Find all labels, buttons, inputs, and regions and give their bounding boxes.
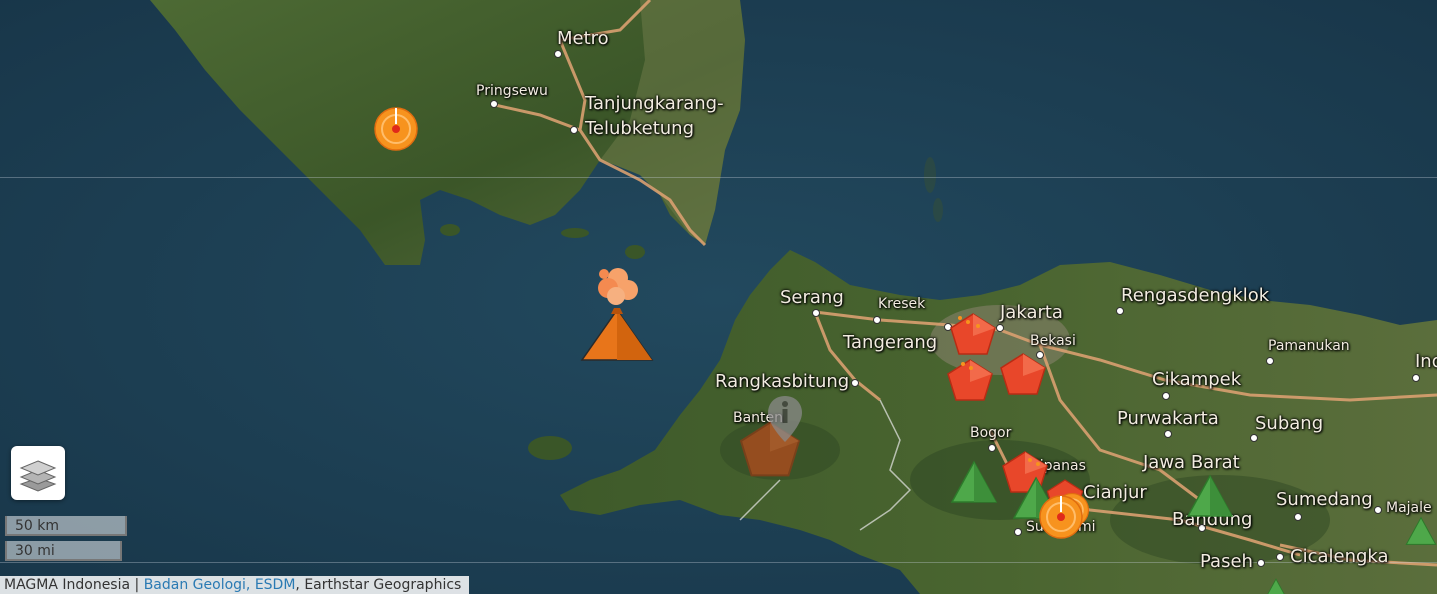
city-dot bbox=[1116, 307, 1124, 315]
city-dot bbox=[570, 126, 578, 134]
place-label: Subang bbox=[1255, 413, 1324, 434]
place-label: Kresek bbox=[878, 296, 926, 312]
place-label: Sumedang bbox=[1276, 489, 1373, 510]
city-dot bbox=[1014, 528, 1022, 536]
city-dot bbox=[490, 100, 498, 108]
city-dot bbox=[1294, 513, 1302, 521]
city-dot bbox=[1162, 392, 1170, 400]
place-label: Pamanukan bbox=[1268, 338, 1350, 354]
place-label: Bekasi bbox=[1030, 333, 1076, 349]
scale-bar-mi: 30 mi bbox=[5, 541, 122, 561]
earthquake-icon[interactable] bbox=[373, 106, 419, 152]
city-dot bbox=[554, 50, 562, 58]
place-label: Purwakarta bbox=[1117, 408, 1219, 429]
place-label: Cicalengka bbox=[1290, 546, 1389, 567]
attribution-prefix: MAGMA Indonesia | bbox=[4, 577, 144, 593]
city-dot bbox=[1257, 559, 1265, 567]
scale-bar-km: 50 km bbox=[5, 516, 127, 536]
normal-volcano-icon[interactable] bbox=[1405, 510, 1437, 552]
place-label: Tanjungkarang- bbox=[585, 93, 724, 114]
earthquake-icon[interactable] bbox=[1038, 494, 1084, 540]
erupting-volcano-icon[interactable] bbox=[578, 262, 656, 366]
city-dot bbox=[1164, 430, 1172, 438]
place-label: Cianjur bbox=[1083, 482, 1147, 503]
place-label: Rangkasbitung bbox=[715, 371, 850, 392]
layer-switcher-button[interactable] bbox=[11, 446, 65, 500]
layers-icon bbox=[19, 460, 57, 492]
ground-movement-icon[interactable] bbox=[945, 358, 995, 402]
place-label: Paseh bbox=[1200, 551, 1253, 572]
city-dot bbox=[1276, 553, 1284, 561]
attribution-suffix: , Earthstar Geographics bbox=[295, 577, 462, 593]
city-dot bbox=[1412, 374, 1420, 382]
place-label: Cikampek bbox=[1152, 369, 1242, 390]
place-label: Serang bbox=[780, 287, 844, 308]
map-canvas[interactable]: Metro Pringsewu Tanjungkarang- Telubketu… bbox=[0, 0, 1437, 594]
ground-movement-icon[interactable] bbox=[998, 352, 1048, 396]
place-label: Bogor bbox=[970, 425, 1012, 441]
place-label: Telubketung bbox=[585, 118, 695, 139]
normal-volcano-icon[interactable] bbox=[1262, 578, 1290, 594]
city-dot bbox=[812, 309, 820, 317]
place-label: Pringsewu bbox=[476, 83, 548, 99]
normal-volcano-icon[interactable] bbox=[1186, 474, 1234, 518]
map-attribution: MAGMA Indonesia | Badan Geologi, ESDM, E… bbox=[0, 576, 470, 594]
place-label: Ind bbox=[1415, 351, 1437, 372]
place-label: Jawa Barat bbox=[1143, 452, 1240, 473]
island bbox=[924, 157, 936, 193]
city-dot bbox=[988, 444, 996, 452]
place-label: Tangerang bbox=[843, 332, 938, 353]
island bbox=[440, 224, 460, 236]
normal-volcano-icon[interactable] bbox=[950, 460, 998, 504]
island bbox=[933, 198, 943, 222]
graticule-line bbox=[0, 177, 1437, 178]
island bbox=[561, 228, 589, 238]
info-pin-icon[interactable] bbox=[766, 394, 804, 444]
place-label: Jakarta bbox=[1000, 302, 1063, 323]
island bbox=[625, 245, 645, 259]
city-dot bbox=[1374, 506, 1382, 514]
island-panaitan bbox=[528, 436, 572, 460]
city-dot bbox=[873, 316, 881, 324]
city-dot bbox=[1266, 357, 1274, 365]
city-dot bbox=[851, 379, 859, 387]
attribution-link[interactable]: Badan Geologi, ESDM bbox=[144, 577, 296, 593]
place-label: Metro bbox=[557, 28, 609, 49]
place-label: Rengasdengklok bbox=[1121, 285, 1270, 306]
ground-movement-icon[interactable] bbox=[948, 312, 998, 356]
